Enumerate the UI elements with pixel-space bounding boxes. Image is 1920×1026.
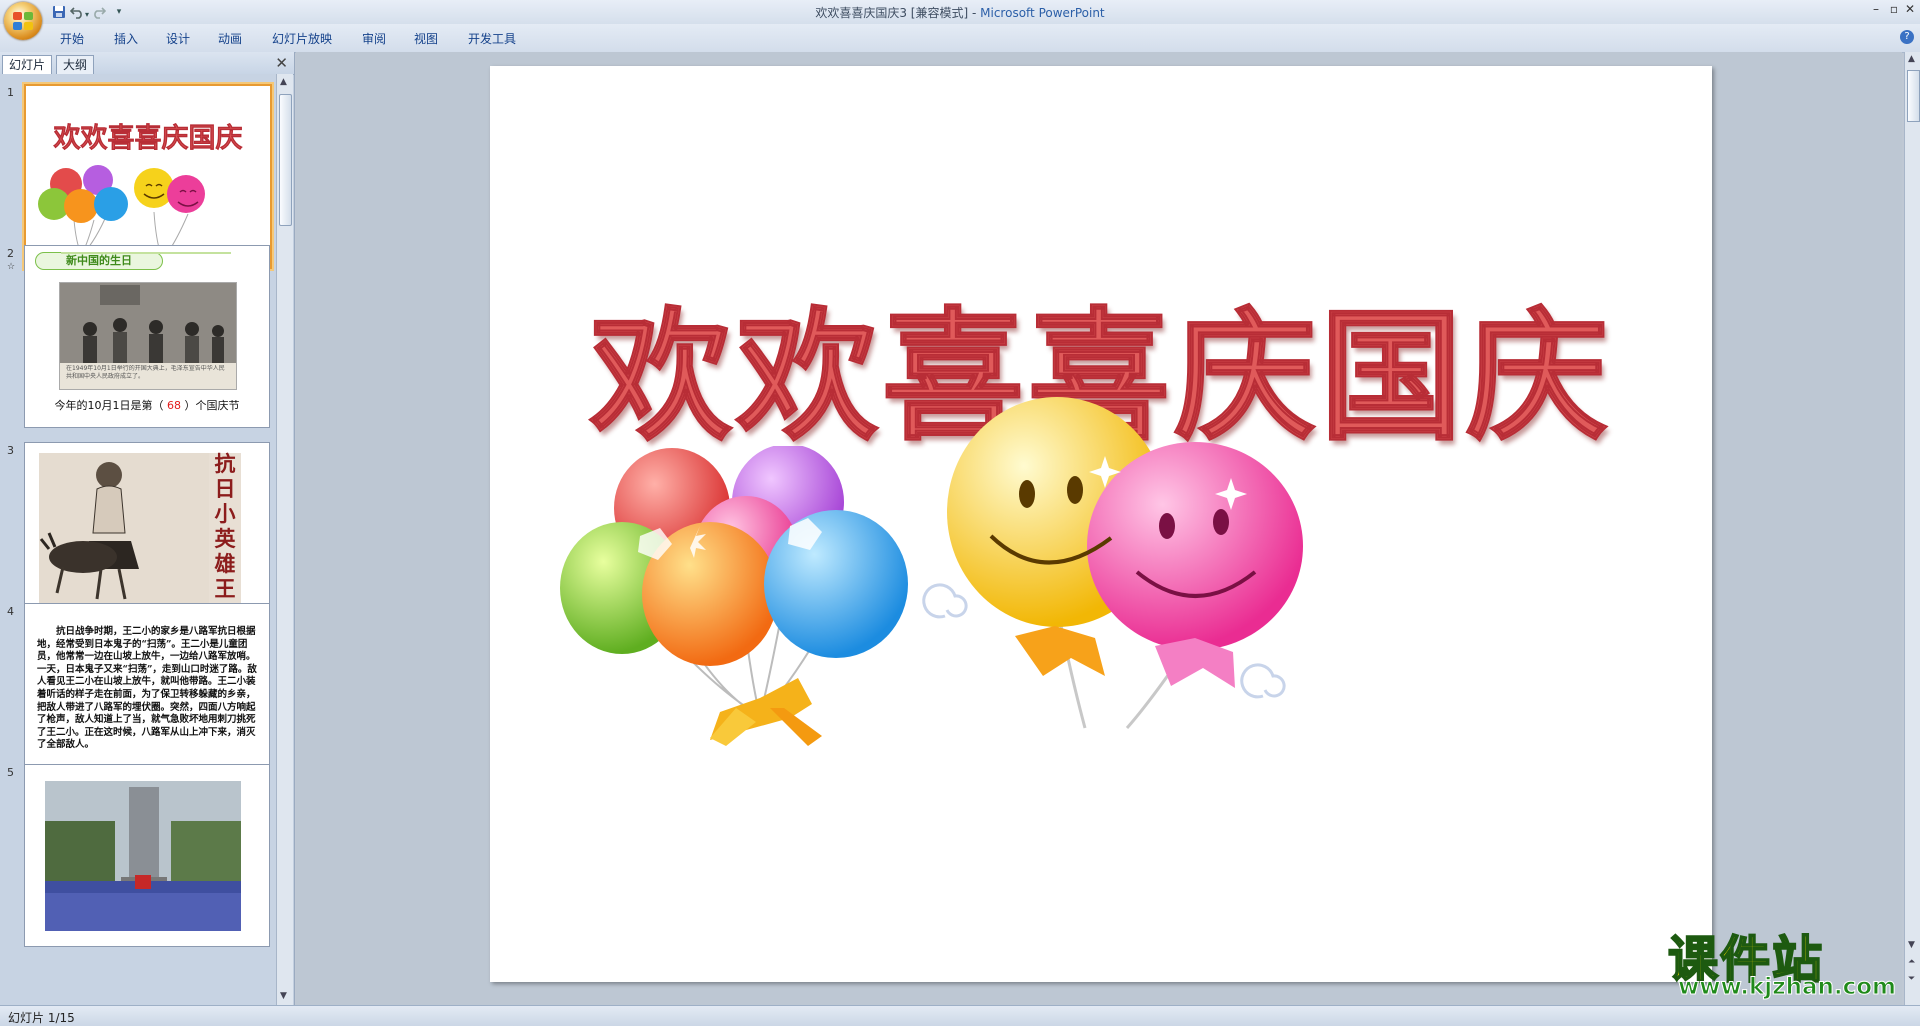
slide-number: 2 — [7, 247, 14, 260]
question-text-end: ）个国庆节 — [184, 399, 240, 412]
tab-insert[interactable]: 插入 — [114, 30, 138, 47]
window-title-app: Microsoft PowerPoint — [980, 6, 1105, 20]
scroll-up-icon[interactable]: ▲ — [280, 77, 287, 87]
scroll-thumb[interactable] — [279, 94, 292, 226]
thumbnail-banner: 新中国的生日 — [35, 252, 163, 270]
slide-number: 3 — [7, 444, 14, 457]
current-slide[interactable]: 欢欢喜喜庆国庆 — [490, 66, 1712, 982]
slide-number: 5 — [7, 766, 14, 779]
tab-outline[interactable]: 大纲 — [56, 55, 95, 74]
balloon-bouquet-image — [560, 446, 908, 746]
scroll-up-icon[interactable]: ▲ — [1908, 54, 1915, 64]
tab-view[interactable]: 视图 — [414, 30, 438, 47]
slide-counter: 幻灯片 1/15 — [8, 1011, 75, 1025]
question-answer: 68 — [163, 399, 185, 412]
slide-thumbnail-3[interactable]: 抗日小英雄王二小 — [24, 442, 270, 625]
scroll-down-icon[interactable]: ▼ — [280, 991, 287, 1001]
monument-photo-image — [45, 781, 241, 931]
question-text-start: 今年的10月1日是第（ — [54, 399, 164, 412]
thumbnail-title: 欢欢喜喜庆国庆 — [53, 123, 243, 155]
scroll-down-icon[interactable]: ▼ — [1908, 940, 1915, 950]
office-logo-icon — [13, 12, 33, 30]
smiley-balloons-image — [922, 397, 1303, 729]
slide-edit-area: 欢欢喜喜庆国庆 — [296, 52, 1902, 1005]
slide-number: 1 — [7, 86, 14, 99]
historical-photo: 在1949年10月1日举行的开国大典上，毛泽东宣告中华人民共和国中央人民政府成立… — [59, 282, 237, 390]
slide-thumbnail-5[interactable] — [24, 764, 270, 947]
photo-caption: 在1949年10月1日举行的开国大典上，毛泽东宣告中华人民共和国中央人民政府成立… — [66, 365, 225, 380]
story-paragraph: 抗日战争时期，王二小的家乡是八路军抗日根据地，经常受到日本鬼子的“扫荡”。王二小… — [37, 626, 257, 751]
watermark-logo: 课件站 www.kjzhan.com — [1667, 920, 1898, 1002]
thumbnail-question: 今年的10月1日是第（ 68 ）个国庆节 — [25, 397, 269, 413]
title-bar: ▾ ▾ 欢欢喜喜庆国庆3 [兼容模式] - Microsoft PowerPoi… — [0, 0, 1920, 40]
boy-with-ox-image — [39, 453, 209, 605]
slide-number: 4 — [7, 605, 14, 618]
tab-home[interactable]: 开始 — [60, 30, 84, 47]
panel-tab-strip: 幻灯片 大纲 ✕ — [0, 52, 294, 75]
close-window-button[interactable]: ✕ — [1900, 2, 1920, 18]
vertical-heading: 抗日小英雄王二小 — [214, 451, 236, 605]
animation-icon[interactable]: ☆ — [7, 262, 15, 272]
thumbnail-scrollbar[interactable]: ▲ ▼ — [276, 74, 293, 1005]
status-bar: 幻灯片 1/15 — [0, 1005, 1920, 1026]
help-icon[interactable]: ? — [1900, 30, 1914, 44]
window-title: 欢欢喜喜庆国庆3 [兼容模式] - Microsoft PowerPoint — [0, 4, 1920, 21]
banner-line — [61, 252, 231, 254]
tab-slide-show[interactable]: 幻灯片放映 — [272, 30, 332, 47]
slide-thumbnail-4[interactable]: 抗日战争时期，王二小的家乡是八路军抗日根据地，经常受到日本鬼子的“扫荡”。王二小… — [24, 603, 270, 786]
tab-developer[interactable]: 开发工具 — [468, 30, 516, 47]
close-panel-icon[interactable]: ✕ — [275, 54, 288, 72]
slide-scrollbar[interactable]: ▲ ▼ ⏶ ⏷ — [1904, 52, 1920, 1005]
thumbnail-list: 1 欢欢喜喜庆国庆 2 ☆ 新中国的生日 在1949年10月1日举行的开国大典上… — [0, 74, 276, 1005]
tab-slides[interactable]: 幻灯片 — [2, 55, 53, 74]
slide-thumbnail-2[interactable]: 新中国的生日 在1949年10月1日举行的开国大典上，毛泽东宣告中华人民共和国中… — [24, 245, 270, 428]
office-button[interactable] — [4, 2, 42, 40]
minimize-button[interactable]: – — [1866, 2, 1886, 18]
next-slide-icon[interactable]: ⏷ — [1908, 974, 1915, 984]
tab-design[interactable]: 设计 — [166, 30, 190, 47]
window-title-document: 欢欢喜喜庆国庆3 [兼容模式] - — [815, 6, 981, 20]
ribbon-tab-bar: 开始 插入 设计 动画 幻灯片放映 审阅 视图 开发工具 — [0, 24, 1920, 53]
watermark-url: www.kjzhan.com — [1678, 974, 1897, 1001]
slides-panel: 幻灯片 大纲 ✕ 1 欢欢喜喜庆国庆 2 ☆ 新中国的生日 在1949年10月1… — [0, 52, 295, 1005]
slide-thumbnail-1[interactable]: 欢欢喜喜庆国庆 — [24, 84, 272, 269]
tab-animations[interactable]: 动画 — [218, 30, 242, 47]
tab-review[interactable]: 审阅 — [362, 30, 386, 47]
previous-slide-icon[interactable]: ⏶ — [1908, 957, 1915, 967]
photo-image — [60, 283, 236, 363]
ink-painting-image: 抗日小英雄王二小 — [39, 451, 241, 605]
scroll-thumb[interactable] — [1907, 70, 1920, 122]
